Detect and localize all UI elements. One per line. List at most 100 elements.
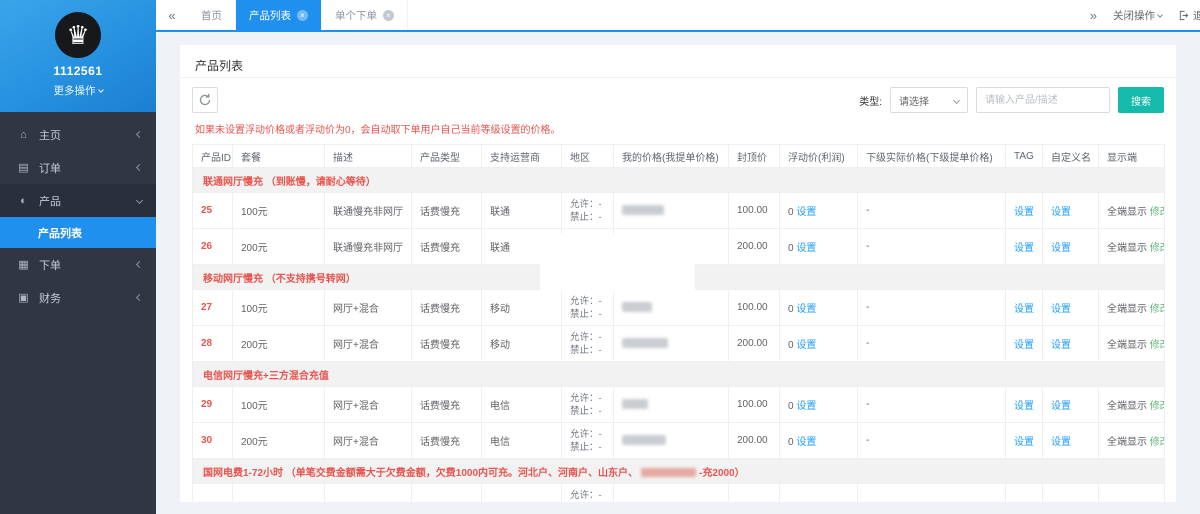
set-float-price-link[interactable]: 设置 [796, 401, 816, 412]
cell-plan [233, 484, 325, 503]
set-tag-link[interactable]: 设置 [1014, 304, 1034, 315]
set-custom-name-link[interactable]: 设置 [1051, 401, 1071, 412]
scroll-tabs-left-icon[interactable]: « [156, 0, 188, 30]
set-tag-link[interactable]: 设置 [1014, 243, 1034, 254]
cell-custom-name: 设置 [1043, 193, 1099, 229]
redacted-value [622, 435, 666, 445]
order-icon: ▤ [17, 161, 30, 174]
logout-button[interactable]: 退出 [1178, 8, 1200, 23]
table-row: 28 200元 网厅+混合 话费慢充 移动 允许：-禁止：- 200.00 0 … [193, 326, 1165, 362]
modify-display-link[interactable]: 修改 [1150, 207, 1165, 218]
set-custom-name-link[interactable]: 设置 [1051, 304, 1071, 315]
cell-tag: 设置 [1006, 326, 1043, 362]
cell-product-id: 29 [193, 387, 233, 423]
cell-my-price [614, 484, 729, 503]
cell-plan: 200元 [233, 229, 325, 265]
divider [180, 77, 1176, 78]
cell-display: 全端显示 修改 [1099, 290, 1165, 326]
search-button[interactable]: 搜索 [1118, 87, 1164, 113]
sidebar-item-product-list[interactable]: 产品列表 [0, 217, 156, 248]
cell-carrier: 移动 [482, 326, 562, 362]
cell-float-price: 0 设置 [780, 423, 858, 459]
cell-region: 允许：-禁止：- [562, 326, 614, 362]
warning-text: 如果未设置浮动价格或者浮动价为0，会自动取下单用户自己当前等级设置的价格。 [192, 123, 1164, 138]
group-header-row: 联通网厅慢充 （到账慢，请耐心等待） [193, 168, 1165, 193]
cell-custom-name [1043, 484, 1099, 503]
modify-display-link[interactable]: 修改 [1150, 304, 1165, 315]
redacted-value [622, 338, 668, 348]
set-custom-name-link[interactable]: 设置 [1051, 243, 1071, 254]
cell-custom-name: 设置 [1043, 423, 1099, 459]
set-float-price-link[interactable]: 设置 [796, 207, 816, 218]
column-header: 地区 [562, 145, 614, 168]
cell-sub-price [858, 484, 1006, 503]
set-tag-link[interactable]: 设置 [1014, 437, 1034, 448]
tab-single-order[interactable]: 单个下单 × [322, 0, 408, 30]
cell-region: 允许：-禁止：- [562, 423, 614, 459]
sidebar-item-place-order[interactable]: ▦ 下单 [0, 248, 156, 281]
set-custom-name-link[interactable]: 设置 [1051, 207, 1071, 218]
search-input[interactable] [976, 87, 1110, 113]
set-tag-link[interactable]: 设置 [1014, 340, 1034, 351]
home-icon: ⌂ [17, 129, 30, 141]
cell-product-type: 话费慢充 [412, 387, 482, 423]
close-operations-dropdown[interactable]: 关闭操作 [1113, 8, 1162, 23]
more-actions-dropdown[interactable]: 更多操作 [0, 83, 156, 98]
product-table: 产品ID 套餐 描述 产品类型 支持运营商 地区 我的价格(我提单价格) 封顶价… [192, 144, 1165, 502]
products-submenu: 产品列表 [0, 217, 156, 248]
cell-tag [1006, 484, 1043, 503]
modify-display-link[interactable]: 修改 [1150, 437, 1165, 448]
cell-custom-name: 设置 [1043, 326, 1099, 362]
redacted-value [622, 399, 648, 409]
set-tag-link[interactable]: 设置 [1014, 207, 1034, 218]
cell-cap-price: 100.00 [729, 387, 780, 423]
set-custom-name-link[interactable]: 设置 [1051, 437, 1071, 448]
set-custom-name-link[interactable]: 设置 [1051, 340, 1071, 351]
column-header: 自定义名 [1043, 145, 1099, 168]
cell-float-price: 0 设置 [780, 229, 858, 265]
column-header: 支持运营商 [482, 145, 562, 168]
close-tab-icon[interactable]: × [383, 10, 394, 21]
table-row: 27 100元 网厅+混合 话费慢充 移动 允许：-禁止：- 100.00 0 … [193, 290, 1165, 326]
type-filter-label: 类型: [859, 93, 882, 108]
cell-sub-price: - [858, 423, 1006, 459]
cell-cap-price: 100.00 [729, 290, 780, 326]
scroll-tabs-right-icon[interactable]: » [1090, 8, 1097, 23]
set-float-price-link[interactable]: 设置 [796, 340, 816, 351]
sidebar-item-products[interactable]: ◐ 产品 [0, 184, 156, 217]
cell-carrier: 电信 [482, 423, 562, 459]
sidebar-item-orders[interactable]: ▤ 订单 [0, 151, 156, 184]
column-header: TAG [1006, 145, 1043, 168]
cell-description: 联通慢充非网厅 [325, 193, 412, 229]
cell-product-type: 话费慢充 [412, 290, 482, 326]
modify-display-link[interactable]: 修改 [1150, 401, 1165, 412]
column-header: 产品ID [193, 145, 233, 168]
modify-display-link[interactable]: 修改 [1150, 243, 1165, 254]
sidebar-item-finance[interactable]: ▣ 财务 [0, 281, 156, 314]
cell-float-price [780, 484, 858, 503]
cell-display: 全端显示 修改 [1099, 387, 1165, 423]
set-float-price-link[interactable]: 设置 [796, 437, 816, 448]
cell-float-price: 0 设置 [780, 387, 858, 423]
modify-display-link[interactable]: 修改 [1150, 340, 1165, 351]
cell-float-price: 0 设置 [780, 290, 858, 326]
column-header: 下级实际价格(下级提单价格) [858, 145, 1006, 168]
refresh-button[interactable] [192, 87, 218, 113]
tab-product-list[interactable]: 产品列表 × [236, 0, 322, 30]
tab-home[interactable]: 首页 [188, 0, 236, 30]
place-order-icon: ▦ [17, 258, 30, 271]
main-area: « 首页 产品列表 × 单个下单 × » 关闭操作 退出 产品列表 [156, 0, 1200, 514]
type-select[interactable]: 请选择 [890, 87, 968, 113]
column-header: 显示端 [1099, 145, 1165, 168]
cell-custom-name: 设置 [1043, 229, 1099, 265]
sidebar-item-home[interactable]: ⌂ 主页 [0, 118, 156, 151]
set-tag-link[interactable]: 设置 [1014, 401, 1034, 412]
set-float-price-link[interactable]: 设置 [796, 243, 816, 254]
cell-sub-price: - [858, 229, 1006, 265]
cell-float-price: 0 设置 [780, 193, 858, 229]
cell-product-id: 30 [193, 423, 233, 459]
redacted-value [641, 468, 696, 477]
close-tab-icon[interactable]: × [297, 10, 308, 21]
set-float-price-link[interactable]: 设置 [796, 304, 816, 315]
cell-my-price [614, 290, 729, 326]
